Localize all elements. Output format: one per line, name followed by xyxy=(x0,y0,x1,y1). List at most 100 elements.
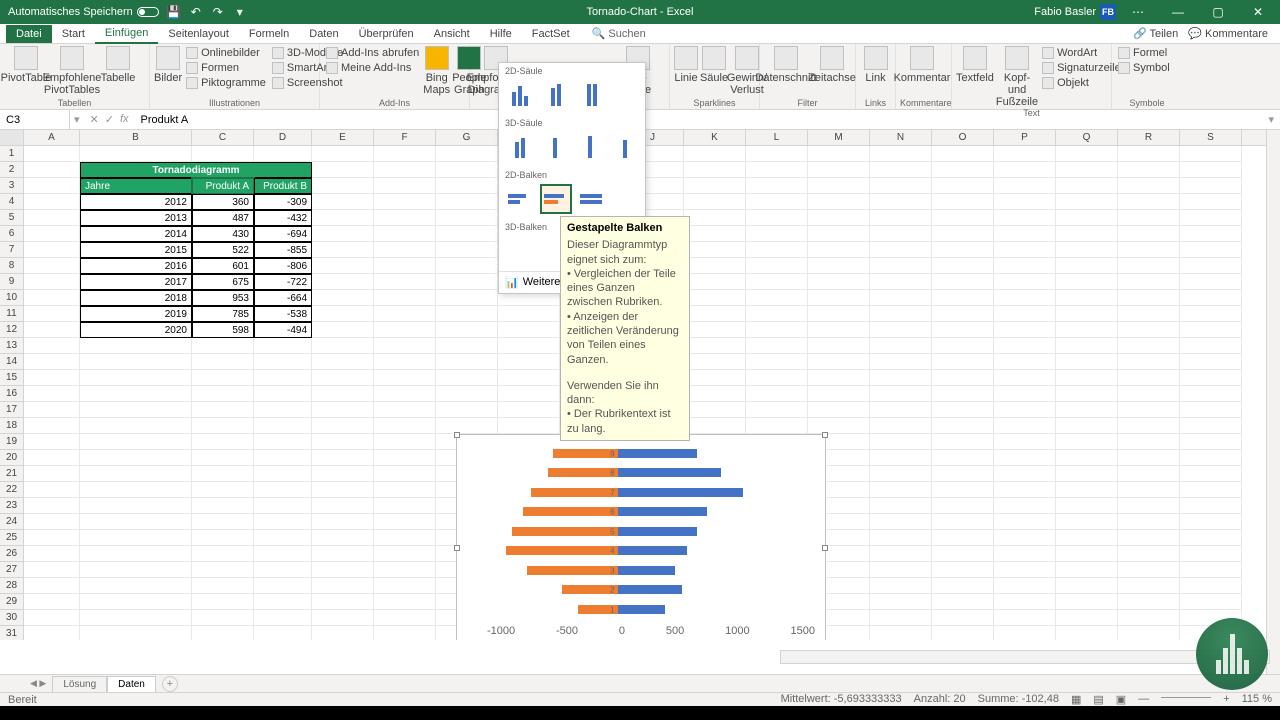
cell[interactable] xyxy=(684,226,746,242)
cell[interactable] xyxy=(24,338,80,354)
cell[interactable] xyxy=(1118,578,1180,594)
cell[interactable] xyxy=(932,162,994,178)
cell[interactable] xyxy=(24,578,80,594)
cell[interactable] xyxy=(994,274,1056,290)
cell[interactable]: -694 xyxy=(254,226,312,242)
col-header-L[interactable]: L xyxy=(746,130,808,145)
cell[interactable] xyxy=(374,402,436,418)
row-header[interactable]: 7 xyxy=(0,242,24,258)
cell[interactable] xyxy=(254,354,312,370)
cell[interactable] xyxy=(684,290,746,306)
col-header-S[interactable]: S xyxy=(1180,130,1242,145)
table-button[interactable]: Tabelle xyxy=(96,46,140,84)
cell[interactable] xyxy=(932,274,994,290)
cell[interactable] xyxy=(932,194,994,210)
cell[interactable]: -806 xyxy=(254,258,312,274)
cell[interactable] xyxy=(870,210,932,226)
cell[interactable] xyxy=(684,386,746,402)
cell[interactable] xyxy=(24,258,80,274)
row-header[interactable]: 26 xyxy=(0,546,24,562)
get-addins-button[interactable]: Add-Ins abrufen xyxy=(324,46,421,60)
cell[interactable] xyxy=(1180,194,1242,210)
cell[interactable] xyxy=(746,354,808,370)
row-header[interactable]: 15 xyxy=(0,370,24,386)
cell[interactable] xyxy=(254,514,312,530)
cell[interactable] xyxy=(1180,306,1242,322)
cell[interactable] xyxy=(870,338,932,354)
cell[interactable]: -494 xyxy=(254,322,312,338)
cell[interactable] xyxy=(374,354,436,370)
cell[interactable] xyxy=(808,306,870,322)
cell[interactable]: 487 xyxy=(192,210,254,226)
cell[interactable] xyxy=(1056,226,1118,242)
cell[interactable] xyxy=(312,450,374,466)
cell[interactable] xyxy=(684,210,746,226)
tab-ueberpruefen[interactable]: Überprüfen xyxy=(349,25,424,43)
cell[interactable] xyxy=(994,530,1056,546)
cell[interactable] xyxy=(870,466,932,482)
cell[interactable] xyxy=(192,434,254,450)
bar-stacked-thumb[interactable] xyxy=(541,185,571,213)
cell[interactable] xyxy=(932,242,994,258)
slicer-button[interactable]: Datenschnitt xyxy=(764,46,808,84)
cell[interactable] xyxy=(80,610,192,626)
row-header[interactable]: 19 xyxy=(0,434,24,450)
cell[interactable] xyxy=(374,498,436,514)
cell[interactable] xyxy=(1118,466,1180,482)
cell[interactable] xyxy=(1118,562,1180,578)
cell[interactable] xyxy=(684,306,746,322)
cell[interactable] xyxy=(24,434,80,450)
cell[interactable] xyxy=(1180,482,1242,498)
cell[interactable] xyxy=(374,562,436,578)
cell[interactable] xyxy=(1180,466,1242,482)
cell[interactable] xyxy=(374,338,436,354)
cell[interactable] xyxy=(254,594,312,610)
3dbar-1-thumb[interactable] xyxy=(505,237,535,265)
cell[interactable] xyxy=(1180,530,1242,546)
cell[interactable] xyxy=(1118,386,1180,402)
cell[interactable] xyxy=(994,226,1056,242)
cell[interactable] xyxy=(312,322,374,338)
cell[interactable] xyxy=(498,306,560,322)
cell[interactable] xyxy=(994,402,1056,418)
cell[interactable] xyxy=(1118,482,1180,498)
col-header-M[interactable]: M xyxy=(808,130,870,145)
cell[interactable] xyxy=(932,530,994,546)
cell[interactable] xyxy=(436,226,498,242)
cell[interactable] xyxy=(374,370,436,386)
cell[interactable]: Tornadodiagramm xyxy=(80,162,312,178)
cancel-fx-icon[interactable]: ✕ xyxy=(90,113,99,126)
cell[interactable] xyxy=(24,418,80,434)
wordart-button[interactable]: WordArt xyxy=(1040,46,1123,60)
cell[interactable] xyxy=(994,514,1056,530)
row-header[interactable]: 17 xyxy=(0,402,24,418)
cell[interactable] xyxy=(80,386,192,402)
row-header[interactable]: 1 xyxy=(0,146,24,162)
cell[interactable] xyxy=(870,498,932,514)
cell[interactable]: 953 xyxy=(192,290,254,306)
cell[interactable] xyxy=(1056,562,1118,578)
cell[interactable] xyxy=(498,322,560,338)
cell[interactable] xyxy=(24,178,80,194)
cell[interactable] xyxy=(746,194,808,210)
cell[interactable] xyxy=(192,626,254,640)
cell[interactable] xyxy=(1180,242,1242,258)
cell[interactable] xyxy=(1056,466,1118,482)
cell[interactable] xyxy=(312,578,374,594)
cell[interactable]: 2016 xyxy=(80,258,192,274)
tab-seitenlayout[interactable]: Seitenlayout xyxy=(158,25,239,43)
cell[interactable]: -432 xyxy=(254,210,312,226)
cell[interactable] xyxy=(254,450,312,466)
cell[interactable] xyxy=(870,146,932,162)
cell[interactable] xyxy=(312,162,374,178)
cell[interactable] xyxy=(870,386,932,402)
cell[interactable] xyxy=(994,194,1056,210)
cell[interactable] xyxy=(684,178,746,194)
cell[interactable] xyxy=(994,146,1056,162)
cell[interactable] xyxy=(808,338,870,354)
cell[interactable] xyxy=(80,370,192,386)
equation-button[interactable]: Formel xyxy=(1116,46,1172,60)
cell[interactable] xyxy=(808,290,870,306)
row-header[interactable]: 31 xyxy=(0,626,24,640)
zoom-level[interactable]: 115 % xyxy=(1242,693,1272,706)
